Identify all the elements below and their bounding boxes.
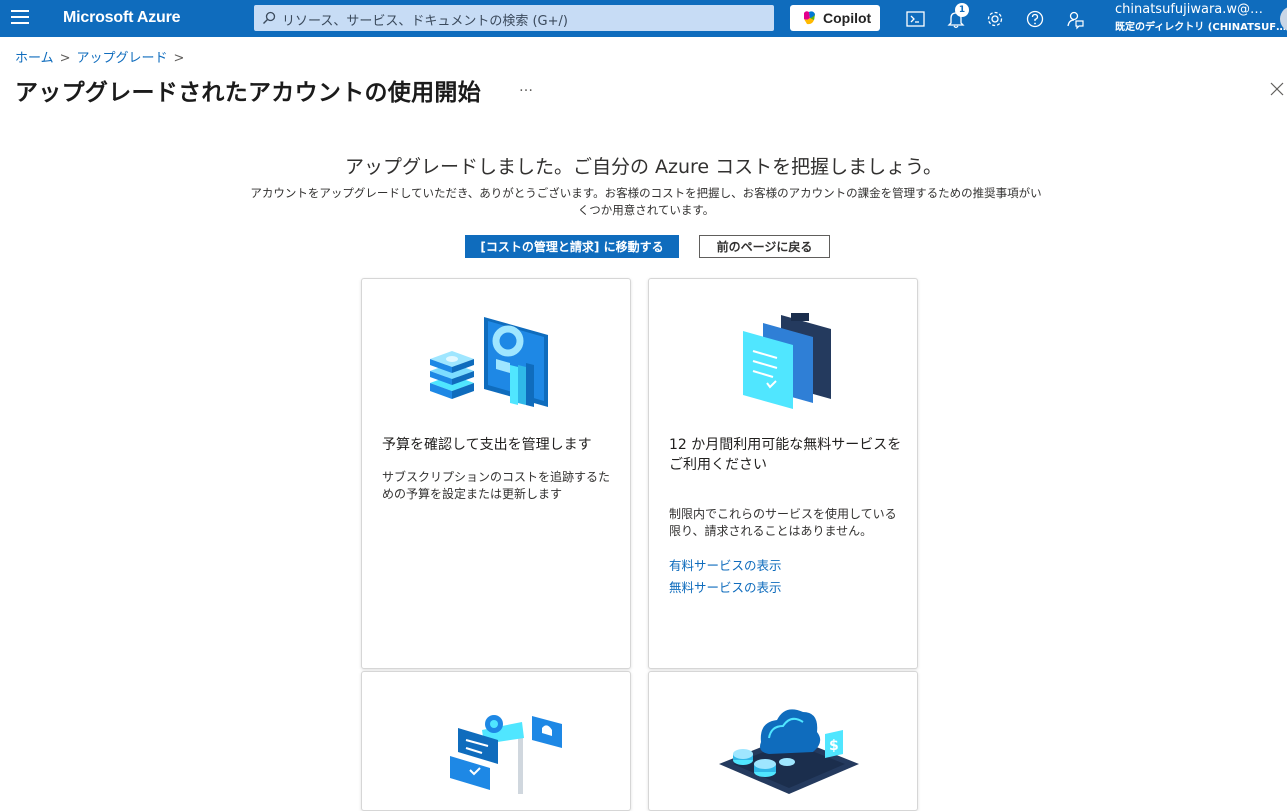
card-title: 12 か月間利用可能な無料サービスをご利用ください — [669, 437, 902, 473]
hero-title: アップグレードしました。ご自分の Azure コストを把握しましょう。 — [344, 156, 943, 178]
copilot-label: Copilot — [823, 10, 872, 26]
savings-illustration-icon: $ — [719, 709, 859, 794]
close-icon[interactable] — [1270, 82, 1284, 96]
top-bar: Microsoft Azure リソース、サービス、ドキュメントの検索 (G+/… — [0, 0, 1287, 37]
back-button[interactable]: 前のページに戻る — [699, 235, 830, 258]
svg-text:$: $ — [829, 738, 839, 754]
breadcrumb-separator: > — [59, 51, 71, 66]
alerts-card — [361, 671, 631, 811]
account-directory: 既定のディレクトリ (CHINATSUF… — [1115, 22, 1285, 33]
copilot-icon — [804, 11, 815, 25]
account-email: chinatsufujiwara.w@… — [1115, 2, 1264, 17]
cloud-shell-icon[interactable] — [905, 8, 927, 30]
copilot-button[interactable]: Copilot — [790, 5, 880, 31]
card-title: 予算を確認して支出を管理します — [382, 437, 592, 453]
free-services-illustration-icon — [743, 313, 831, 409]
brand-name[interactable]: Microsoft Azure — [63, 9, 181, 27]
search-icon — [263, 11, 276, 24]
free-services-card: 12 か月間利用可能な無料サービスをご利用ください 制限内でこれらのサービスを使… — [648, 278, 918, 669]
feedback-icon[interactable] — [1064, 8, 1086, 30]
view-paid-services-link[interactable]: 有料サービスの表示 — [669, 555, 782, 574]
budget-card: 予算を確認して支出を管理します サブスクリプションのコストを追跡するための予算を… — [361, 278, 631, 669]
view-free-services-link[interactable]: 無料サービスの表示 — [669, 577, 782, 596]
search-placeholder: リソース、サービス、ドキュメントの検索 (G+/) — [282, 14, 568, 29]
alerts-illustration-icon — [450, 715, 562, 794]
breadcrumb-separator: > — [173, 51, 185, 66]
card-body: 制限内でこれらのサービスを使用している限り、請求されることはありません。 — [669, 507, 897, 538]
search-input[interactable]: リソース、サービス、ドキュメントの検索 (G+/) — [254, 5, 774, 31]
notification-badge: 1 — [955, 3, 969, 17]
card-body: サブスクリプションのコストを追跡するための予算を設定または更新します — [382, 470, 611, 501]
go-to-cost-management-button[interactable]: [コストの管理と請求] に移動する — [465, 235, 679, 258]
menu-icon[interactable] — [11, 10, 29, 26]
more-options-icon[interactable]: … — [519, 79, 534, 95]
budget-illustration-icon — [430, 317, 548, 407]
gear-icon[interactable] — [984, 8, 1006, 30]
hero-description: アカウントをアップグレードしていただき、ありがとうございます。お客様のコストを把… — [250, 186, 1042, 217]
breadcrumb-current[interactable]: アップグレード — [77, 51, 168, 66]
breadcrumb: ホーム > アップグレード > — [15, 47, 190, 66]
page-title: アップグレードされたアカウントの使用開始 — [15, 80, 481, 106]
account-info[interactable]: chinatsufujiwara.w@… 既定のディレクトリ (CHINATSU… — [1115, 2, 1285, 33]
savings-card: $ — [648, 671, 918, 811]
breadcrumb-home[interactable]: ホーム — [15, 51, 54, 66]
help-icon[interactable] — [1024, 8, 1046, 30]
